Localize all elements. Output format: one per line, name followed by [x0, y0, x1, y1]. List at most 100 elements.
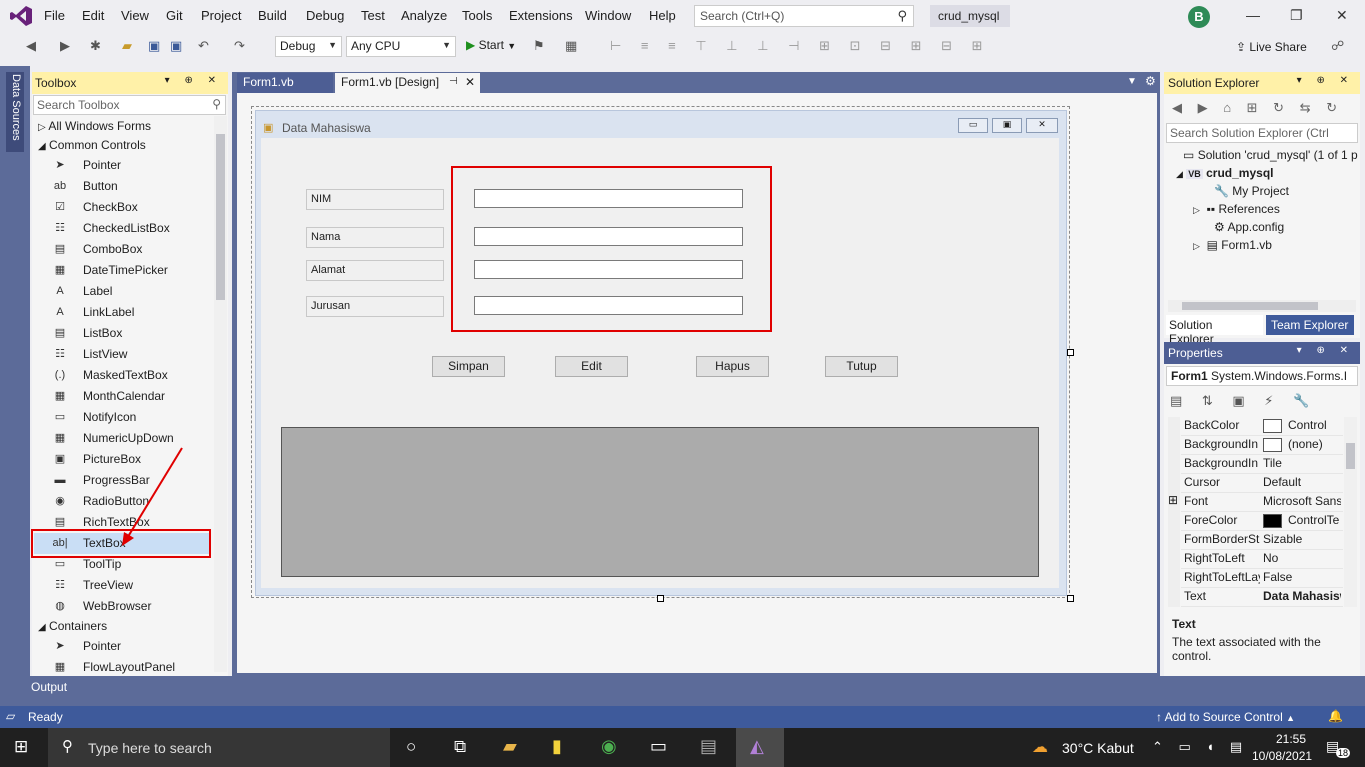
property-value[interactable]: (none) — [1263, 437, 1341, 452]
feedback-icon[interactable]: ☍ — [1331, 38, 1344, 54]
weather-text[interactable]: 30°C Kabut — [1062, 740, 1134, 756]
toolbox-item-notifyicon[interactable]: ▭ NotifyIcon — [34, 407, 210, 428]
property-name[interactable]: RightToLeft — [1184, 551, 1260, 565]
properties-scroll-thumb[interactable] — [1346, 443, 1355, 469]
back-icon[interactable]: ◀ — [26, 38, 36, 54]
menu-analyze[interactable]: Analyze — [401, 8, 447, 23]
toolbox-item-pointer[interactable]: ➤ Pointer — [34, 636, 210, 657]
tree-references[interactable]: ▷ ▪▪ References — [1193, 202, 1280, 216]
tab-form1-design[interactable]: Form1.vb [Design] ⊣ ✕ — [335, 73, 480, 93]
add-to-source-control-button[interactable]: ↑ Add to Source Control ▲ — [1156, 710, 1295, 724]
chrome-icon[interactable]: ◉ — [601, 736, 617, 757]
gear-icon[interactable]: ⚙ — [1145, 74, 1156, 88]
category-all-windows-forms[interactable]: ▷ All Windows Forms — [34, 117, 151, 136]
redo-icon[interactable]: ↷ — [234, 38, 245, 54]
close-tab-icon[interactable]: ✕ — [465, 75, 475, 89]
tree-project[interactable]: ◢ VB crud_mysql — [1176, 166, 1273, 180]
toolbox-item-flowlayoutpanel[interactable]: ▦ FlowLayoutPanel — [34, 657, 210, 678]
property-name[interactable]: RightToLeftLay — [1184, 570, 1260, 584]
pin-icon[interactable]: ⊣ — [449, 76, 458, 87]
terminal-icon[interactable]: ▭ — [650, 736, 667, 757]
property-value[interactable]: Sizable — [1263, 532, 1341, 546]
property-name[interactable]: BackColor — [1184, 418, 1260, 432]
undo-icon[interactable]: ↶ — [198, 38, 209, 54]
property-value[interactable]: Default — [1263, 475, 1341, 489]
resize-handle-bottom[interactable] — [657, 595, 664, 602]
file-explorer-icon[interactable]: ▰ — [503, 736, 517, 757]
label-alamat[interactable]: Alamat — [306, 260, 444, 281]
edit-button[interactable]: Edit — [555, 356, 628, 377]
tree-solution[interactable]: ▭ Solution 'crud_mysql' (1 of 1 p — [1183, 148, 1358, 162]
toolbox-item-maskedtextbox[interactable]: (.) MaskedTextBox — [34, 365, 210, 386]
label-nama[interactable]: Nama — [306, 227, 444, 248]
panel-controls-icon[interactable]: ▾ ⊕ ✕ — [1297, 345, 1354, 356]
toolbox-item-checkedlistbox[interactable]: ☷ CheckedListBox — [34, 218, 210, 239]
tray-icons[interactable]: ⌃ ▭ ◖ ▤ — [1152, 739, 1248, 755]
save-icon[interactable]: ▣ — [148, 38, 160, 54]
notification-bell-icon[interactable]: 🔔 — [1328, 709, 1343, 723]
tree-my-project[interactable]: 🔧 My Project — [1214, 184, 1289, 198]
se-scroll-thumb[interactable] — [1182, 302, 1318, 310]
menu-view[interactable]: View — [121, 8, 149, 23]
property-value[interactable]: No — [1263, 551, 1341, 565]
toolbox-item-datetimepicker[interactable]: ▦ DateTimePicker — [34, 260, 210, 281]
property-value[interactable]: ControlTe — [1263, 513, 1341, 528]
toolbox-item-listbox[interactable]: ▤ ListBox — [34, 323, 210, 344]
tree-form1[interactable]: ▷ ▤ Form1.vb — [1193, 238, 1272, 252]
resize-handle-corner[interactable] — [1067, 595, 1074, 602]
property-name[interactable]: BackgroundIn — [1184, 456, 1260, 470]
property-value[interactable]: False — [1263, 570, 1341, 584]
properties-toolbar-icons[interactable]: ▤ ⇅ ▣ ⚡ 🔧 — [1170, 393, 1317, 409]
menu-git[interactable]: Git — [166, 8, 183, 23]
property-value[interactable]: Tile — [1263, 456, 1341, 470]
start-button[interactable]: ▶ Start ▼ — [466, 38, 516, 52]
open-folder-icon[interactable]: ▰ — [122, 38, 132, 54]
windows-start-icon[interactable]: ⊞ — [14, 737, 28, 757]
toolbox-item-monthcalendar[interactable]: ▦ MonthCalendar — [34, 386, 210, 407]
app-icon[interactable]: ▤ — [700, 736, 717, 757]
menu-edit[interactable]: Edit — [82, 8, 104, 23]
avatar[interactable]: B — [1188, 6, 1210, 28]
browser-link-icon[interactable]: ⚑ — [533, 38, 545, 54]
toolbox-item-button[interactable]: ab Button — [34, 176, 210, 197]
data-sources-tab[interactable]: Data Sources — [6, 72, 24, 152]
save-all-icon[interactable]: ▣ — [170, 38, 182, 54]
forward-icon[interactable]: ▶ — [60, 38, 70, 54]
task-view-icon[interactable]: ⧉ — [454, 737, 466, 757]
search-input[interactable]: Search (Ctrl+Q) ⚲ — [694, 5, 914, 27]
clock-time[interactable]: 21:55 — [1276, 732, 1306, 746]
format-icon[interactable]: ▦ — [565, 38, 577, 54]
tutup-button[interactable]: Tutup — [825, 356, 898, 377]
config-dropdown[interactable]: Debug ▼ — [275, 36, 342, 57]
layout-align-icons[interactable]: ⊢ ≡ ≡ ⊤ ⊥ ⊥ ⊣ ⊞ ⊡ ⊟ ⊞ ⊟ ⊞ — [610, 38, 991, 54]
category-containers[interactable]: ◢ Containers — [34, 617, 107, 636]
menu-debug[interactable]: Debug — [306, 8, 344, 23]
sticky-notes-icon[interactable]: ▮ — [552, 736, 562, 757]
property-value[interactable]: Data Mahasisw — [1263, 589, 1341, 603]
property-name[interactable]: FormBorderSt — [1184, 532, 1260, 546]
se-toolbar-icons[interactable]: ◀ ▶ ⌂ ⊞ ↻ ⇆ ↻ — [1172, 100, 1343, 116]
property-name[interactable]: ForeColor — [1184, 513, 1260, 527]
toolbox-item-webbrowser[interactable]: ◍ WebBrowser — [34, 596, 210, 617]
property-value[interactable]: Control — [1263, 418, 1341, 433]
menu-extensions[interactable]: Extensions — [509, 8, 573, 23]
new-project-icon[interactable]: ✱ — [90, 38, 101, 54]
property-name[interactable]: Font — [1184, 494, 1260, 508]
taskbar-search-input[interactable]: ⚲ Type here to search — [48, 728, 390, 767]
toolbox-item-treeview[interactable]: ☷ TreeView — [34, 575, 210, 596]
solution-search-input[interactable]: Search Solution Explorer (Ctrl — [1166, 123, 1358, 143]
visual-studio-taskbar-button[interactable]: ◭ — [736, 728, 784, 767]
property-value[interactable]: Microsoft Sans — [1263, 494, 1341, 508]
properties-object-selector[interactable]: Form1 System.Windows.Forms.I — [1166, 366, 1358, 386]
close-icon[interactable]: ✕ — [1336, 7, 1348, 24]
resize-handle-right[interactable] — [1067, 349, 1074, 356]
tab-team-explorer[interactable]: Team Explorer — [1266, 315, 1354, 335]
minimize-icon[interactable]: — — [1246, 7, 1260, 23]
menu-file[interactable]: File — [44, 8, 65, 23]
menu-window[interactable]: Window — [585, 8, 631, 23]
panel-controls-icon[interactable]: ▾ ⊕ ✕ — [1297, 75, 1354, 86]
menu-project[interactable]: Project — [201, 8, 241, 23]
property-name[interactable]: BackgroundIn — [1184, 437, 1260, 451]
category-common-controls[interactable]: ◢ Common Controls — [34, 136, 146, 155]
menu-build[interactable]: Build — [258, 8, 287, 23]
